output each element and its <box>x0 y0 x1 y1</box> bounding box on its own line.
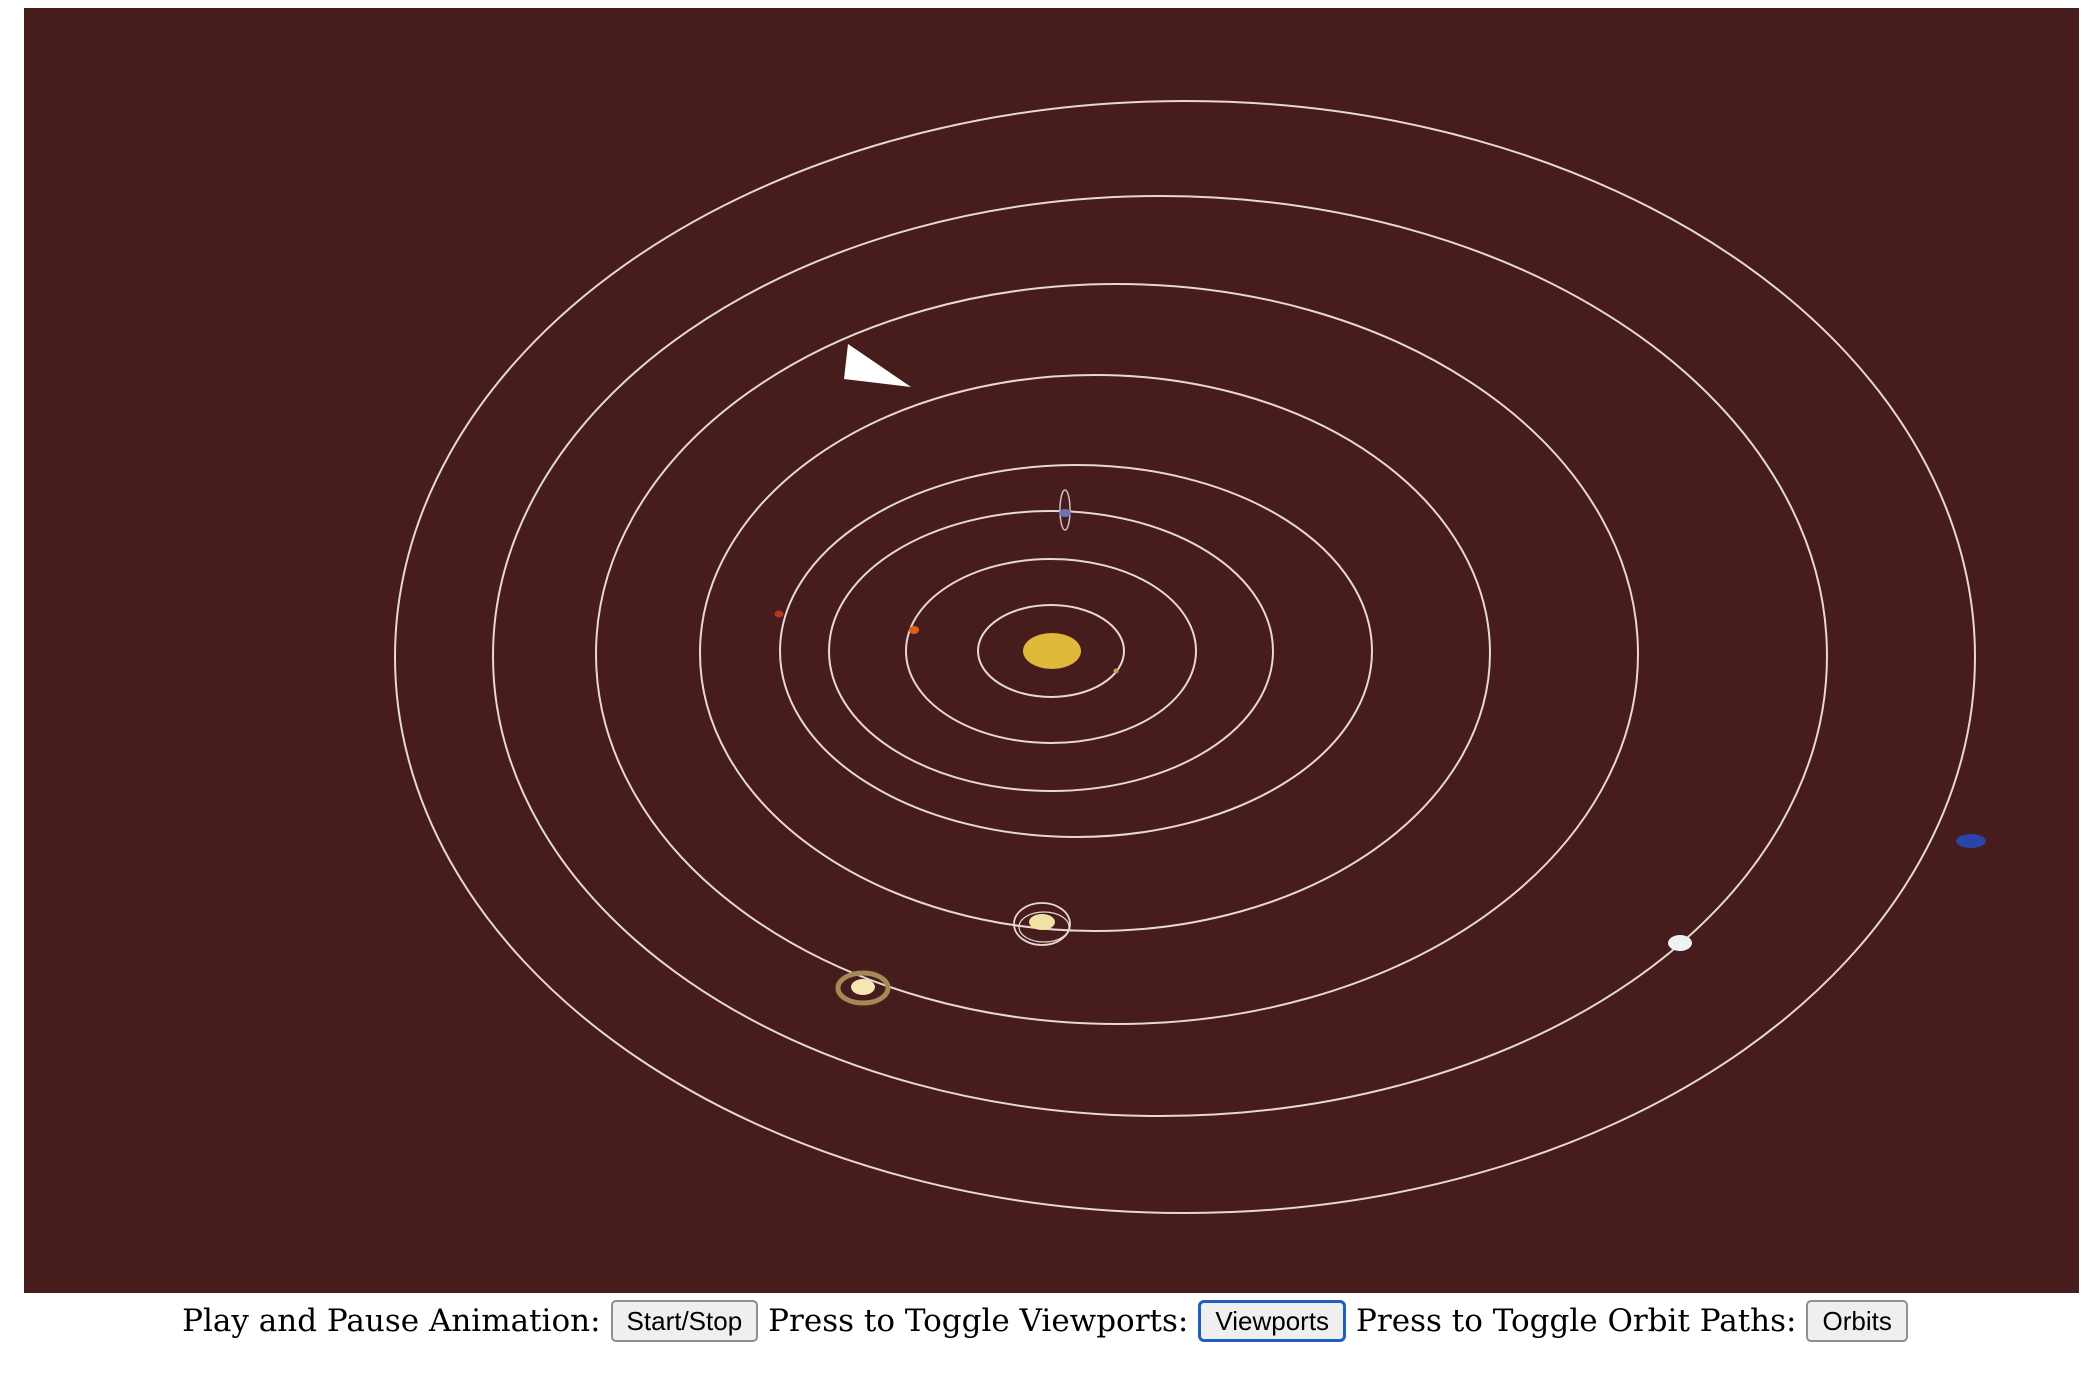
play-pause-label: Play and Pause Animation: <box>182 1303 601 1339</box>
sun-icon <box>1023 633 1081 669</box>
viewports-button[interactable]: Viewports <box>1198 1300 1347 1342</box>
orbits-button[interactable]: Orbits <box>1806 1300 1908 1342</box>
uranus-icon <box>1668 935 1692 951</box>
mercury-icon <box>1113 668 1119 674</box>
venus-icon <box>909 626 919 634</box>
solar-system-canvas[interactable] <box>24 8 2079 1293</box>
mars-icon <box>774 610 784 618</box>
neptune-icon <box>1956 834 1986 848</box>
toggle-viewports-label: Press to Toggle Viewports: <box>768 1303 1189 1339</box>
controls-bar: Play and Pause Animation: Start/Stop Pre… <box>0 1297 2100 1345</box>
toggle-orbits-label: Press to Toggle Orbit Paths: <box>1356 1303 1797 1339</box>
start-stop-button[interactable]: Start/Stop <box>610 1300 759 1342</box>
